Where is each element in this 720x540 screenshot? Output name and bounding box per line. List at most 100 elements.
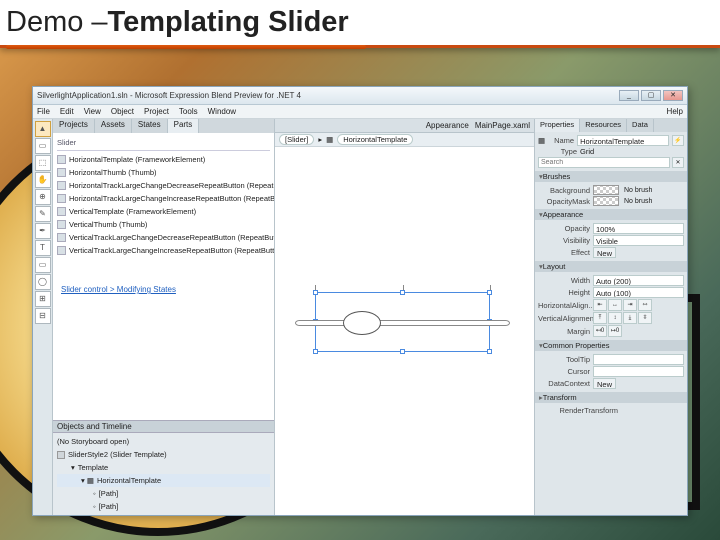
tab-projects[interactable]: Projects — [53, 119, 95, 133]
timeline-child[interactable]: ◦ [Path] — [57, 487, 270, 500]
menu-help[interactable]: Help — [667, 107, 683, 116]
part-item[interactable]: VerticalTrackLargeChangeIncreaseRepeatBu… — [57, 244, 270, 257]
menu-window[interactable]: Window — [208, 107, 236, 116]
selection-tool[interactable]: ▲ — [35, 121, 51, 137]
objects-timeline-header[interactable]: Objects and Timeline — [53, 420, 274, 433]
tab-states[interactable]: States — [132, 119, 168, 133]
valign-bottom[interactable]: ⤓ — [623, 312, 637, 324]
visibility-label: Visibility — [538, 236, 590, 245]
minimize-button[interactable]: _ — [619, 90, 639, 101]
left-panel: Projects Assets States Parts Slider Hori… — [53, 119, 275, 515]
artboard-tool[interactable]: ⬚ — [35, 155, 51, 171]
tab-resources[interactable]: Resources — [580, 119, 627, 132]
slider-preview — [295, 315, 510, 329]
slide-title-bold: Templating Slider — [108, 6, 349, 39]
brushes-section[interactable]: Brushes — [535, 171, 687, 182]
transform-section[interactable]: Transform — [535, 392, 687, 403]
height-field[interactable]: Auto (100) — [593, 287, 684, 298]
part-item[interactable]: VerticalThumb (Thumb) — [57, 218, 270, 231]
name-field[interactable]: HorizontalTemplate — [577, 135, 669, 146]
menu-object[interactable]: Object — [111, 107, 134, 116]
tooltip-label: ToolTip — [538, 355, 590, 364]
clear-search-icon[interactable]: ✕ — [672, 157, 684, 168]
valign-stretch[interactable]: ⇳ — [638, 312, 652, 324]
tab-properties[interactable]: Properties — [535, 119, 580, 132]
maximize-button[interactable]: ▢ — [641, 90, 661, 101]
width-field[interactable]: Auto (200) — [593, 275, 684, 286]
artboard[interactable] — [275, 147, 534, 515]
tooltip-field[interactable] — [593, 354, 684, 365]
app-window: SilverlightApplication1.sln - Microsoft … — [32, 86, 688, 516]
datacontext-label: DataContext — [538, 379, 590, 388]
valign-buttons: ⤒↕⤓⇳ — [593, 312, 652, 324]
parts-tree: Slider HorizontalTemplate (FrameworkElem… — [53, 133, 274, 420]
datacontext-new-button[interactable]: New — [593, 378, 616, 389]
part-item[interactable]: HorizontalTrackLargeChangeIncreaseRepeat… — [57, 192, 270, 205]
design-surface: Appearance MainPage.xaml [Slider] ▸ ▦ Ho… — [275, 119, 535, 515]
timeline-node-selected[interactable]: ▾ ▦ HorizontalTemplate — [57, 474, 270, 487]
rectangle-tool[interactable]: ▭ — [35, 257, 51, 273]
background-swatch[interactable] — [593, 185, 619, 195]
eyedropper-tool[interactable]: ✎ — [35, 206, 51, 222]
menu-project[interactable]: Project — [144, 107, 169, 116]
events-icon[interactable]: ⚡ — [672, 135, 684, 146]
crumb-slider[interactable]: [Slider] — [279, 134, 314, 145]
effect-new-button[interactable]: New — [593, 247, 616, 258]
halign-left[interactable]: ⇤ — [593, 299, 607, 311]
part-item[interactable]: HorizontalTemplate (FrameworkElement) — [57, 153, 270, 166]
part-icon — [57, 181, 66, 190]
slide-title-bar: Demo – Templating Slider — [0, 0, 720, 48]
valign-top[interactable]: ⤒ — [593, 312, 607, 324]
part-icon — [57, 207, 66, 216]
left-panel-tabs: Projects Assets States Parts — [53, 119, 274, 133]
cursor-field[interactable] — [593, 366, 684, 377]
halign-right[interactable]: ⇥ — [623, 299, 637, 311]
layout-section[interactable]: Layout — [535, 261, 687, 272]
margin-left-field[interactable]: ↤0 — [593, 325, 607, 337]
opacitymask-swatch[interactable] — [593, 196, 619, 206]
tab-assets[interactable]: Assets — [95, 119, 132, 133]
crumb-template[interactable]: HorizontalTemplate — [337, 134, 413, 145]
margin-right-field[interactable]: ↦0 — [608, 325, 622, 337]
cursor-label: Cursor — [538, 367, 590, 376]
pan-tool[interactable]: ✋ — [35, 172, 51, 188]
part-item[interactable]: VerticalTrackLargeChangeDecreaseRepeatBu… — [57, 231, 270, 244]
part-item[interactable]: VerticalTemplate (FrameworkElement) — [57, 205, 270, 218]
menu-edit[interactable]: Edit — [60, 107, 74, 116]
opacity-label: Opacity — [538, 224, 590, 233]
tab-appearance[interactable]: Appearance — [426, 121, 469, 130]
part-item[interactable]: HorizontalThumb (Thumb) — [57, 166, 270, 179]
valign-center[interactable]: ↕ — [608, 312, 622, 324]
direct-select-tool[interactable]: ▭ — [35, 138, 51, 154]
property-search[interactable] — [538, 157, 670, 168]
timeline-child[interactable]: ◦ [Path] — [57, 500, 270, 513]
tab-mainpage[interactable]: MainPage.xaml — [475, 121, 530, 130]
zoom-tool[interactable]: ⊕ — [35, 189, 51, 205]
tab-data[interactable]: Data — [627, 119, 654, 132]
halign-stretch[interactable]: ⇿ — [638, 299, 652, 311]
part-item[interactable]: HorizontalTrackLargeChangeDecreaseRepeat… — [57, 179, 270, 192]
tab-parts[interactable]: Parts — [168, 119, 200, 133]
modify-states-link[interactable]: Slider control > Modifying States — [57, 277, 270, 298]
opacity-field[interactable]: 100% — [593, 223, 684, 234]
ellipse-tool[interactable]: ◯ — [35, 274, 51, 290]
menu-bar: File Edit View Object Project Tools Wind… — [33, 105, 687, 119]
asset-tool[interactable]: ⊟ — [35, 308, 51, 324]
halign-center[interactable]: ↔ — [608, 299, 622, 311]
timeline-template-node[interactable]: ▾ Template — [57, 461, 270, 474]
right-panel-tabs: Properties Resources Data — [535, 119, 687, 132]
menu-view[interactable]: View — [84, 107, 101, 116]
brush-tool[interactable]: ✒ — [35, 223, 51, 239]
text-tool[interactable]: T — [35, 240, 51, 256]
grid-tool[interactable]: ⊞ — [35, 291, 51, 307]
effect-label: Effect — [538, 248, 590, 257]
part-icon — [57, 155, 66, 164]
menu-tools[interactable]: Tools — [179, 107, 198, 116]
close-button[interactable]: ✕ — [663, 90, 683, 101]
menu-file[interactable]: File — [37, 107, 50, 116]
properties-panel: Properties Resources Data ▦ Name Horizon… — [535, 119, 687, 515]
timeline-root[interactable]: SliderStyle2 (Slider Template) — [57, 448, 270, 461]
appearance-section[interactable]: Appearance — [535, 209, 687, 220]
common-section[interactable]: Common Properties — [535, 340, 687, 351]
visibility-field[interactable]: Visible — [593, 235, 684, 246]
